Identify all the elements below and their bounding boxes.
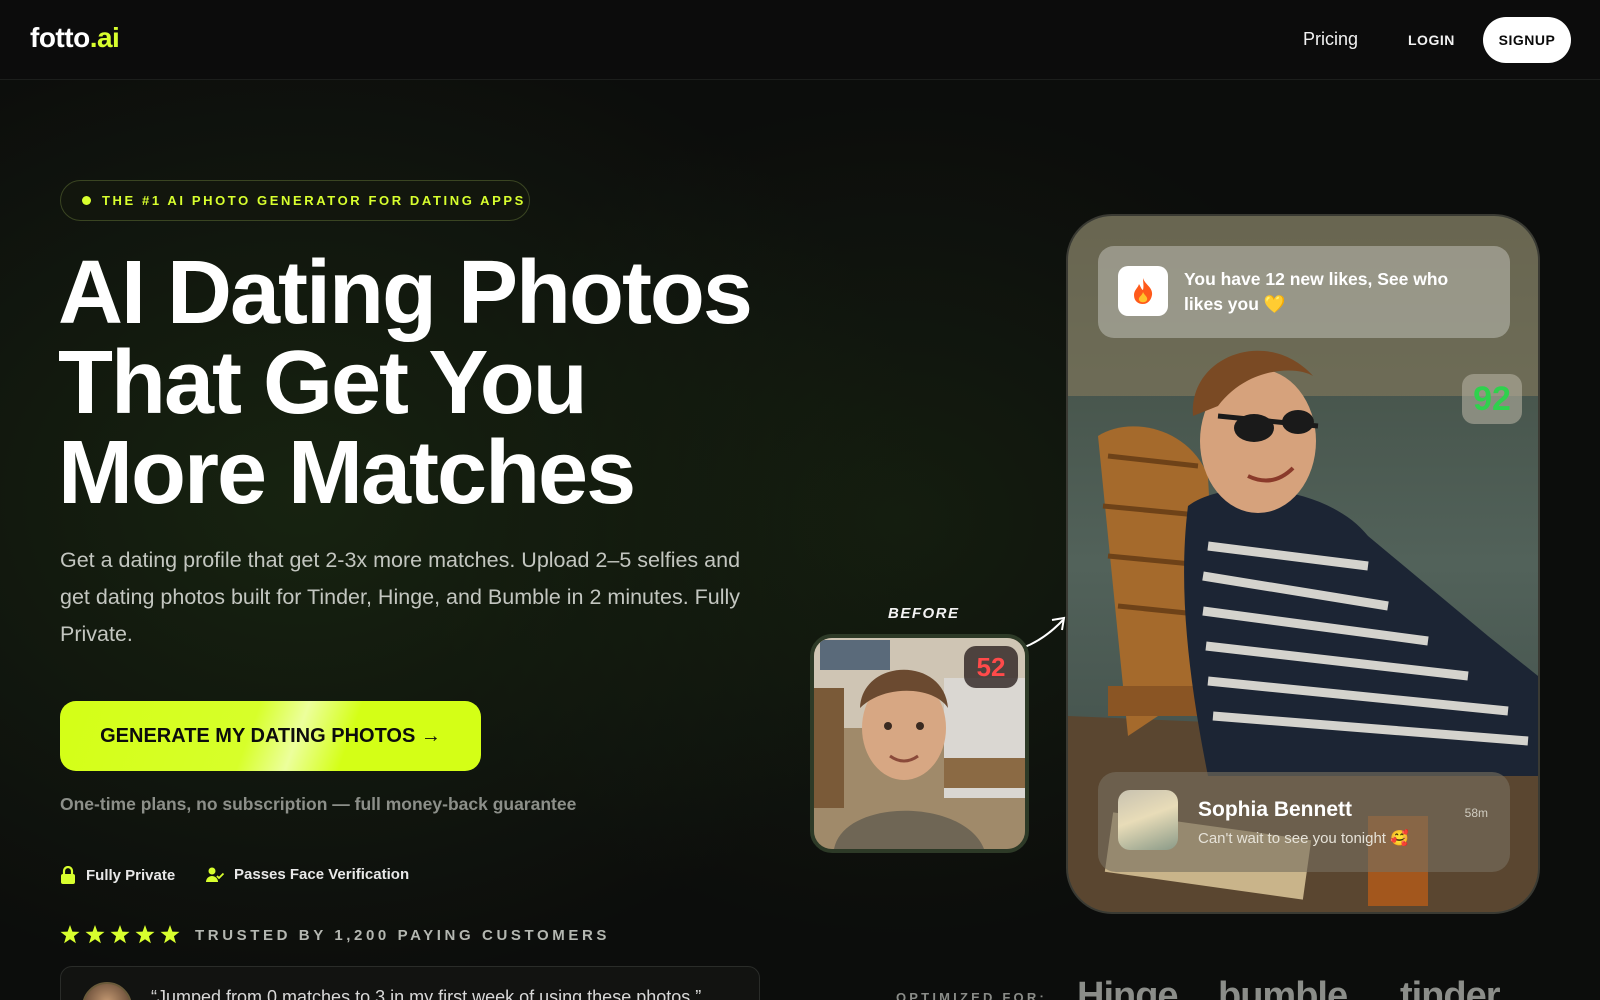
hero-headline: AI Dating Photos That Get You More Match… — [58, 248, 818, 518]
hero-badge: THE #1 AI PHOTO GENERATOR FOR DATING APP… — [60, 180, 530, 221]
after-photo-card: You have 12 new likes, See who likes you… — [1066, 214, 1540, 914]
before-photo: 52 — [810, 634, 1029, 853]
badge-text: THE #1 AI PHOTO GENERATOR FOR DATING APP… — [102, 193, 526, 208]
signup-button[interactable]: SIGNUP — [1483, 17, 1571, 63]
optimized-for-label: OPTIMIZED FOR: — [896, 990, 1047, 1000]
headline-line-3: More Matches — [58, 423, 636, 523]
star-icon — [160, 925, 180, 944]
nav-login-link[interactable]: LOGIN — [1408, 32, 1455, 48]
message-preview[interactable]: Sophia Bennett Can't wait to see you ton… — [1098, 772, 1510, 872]
match-name: Sophia Bennett — [1198, 798, 1353, 821]
tinder-logo: tinder — [1400, 975, 1501, 1000]
lock-icon — [61, 866, 75, 884]
trusted-text: TRUSTED BY 1,200 PAYING CUSTOMERS — [195, 927, 610, 944]
feature-label: Passes Face Verification — [234, 866, 410, 883]
testimonial-card: “Jumped from 0 matches to 3 in my first … — [60, 966, 760, 1000]
feature-face-verification: Passes Face Verification — [206, 866, 409, 883]
hero-subtext: Get a dating profile that get 2-3x more … — [60, 548, 741, 646]
headline-line-2: That Get You — [58, 333, 588, 433]
star-icon — [135, 925, 155, 944]
logo[interactable]: fotto.ai — [30, 22, 120, 54]
star-icon — [85, 925, 105, 944]
bumble-logo: bumble — [1218, 975, 1348, 1000]
message-time: 58m — [1464, 806, 1488, 820]
nav-pricing-link[interactable]: Pricing — [1303, 29, 1358, 50]
match-message: Can't wait to see you tonight 🥰 — [1198, 830, 1409, 847]
rating-stars — [60, 925, 185, 944]
feature-fully-private: Fully Private — [60, 866, 175, 884]
logo-main: fotto — [30, 22, 90, 53]
testimonial-quote: “Jumped from 0 matches to 3 in my first … — [151, 987, 702, 1000]
before-score-badge: 52 — [964, 646, 1018, 688]
notification-text: You have 12 new likes, See who likes you… — [1184, 269, 1449, 314]
generate-photos-button[interactable]: GENERATE MY DATING PHOTOS → — [60, 701, 481, 771]
top-nav: fotto.ai Pricing LOGIN SIGNUP — [0, 0, 1600, 80]
headline-line-1: AI Dating Photos — [58, 243, 753, 343]
testimonial-avatar — [82, 982, 132, 1000]
user-check-icon — [206, 867, 224, 882]
after-score-badge: 92 — [1462, 374, 1522, 424]
fire-icon — [1118, 266, 1168, 316]
landing-page: fotto.ai Pricing LOGIN SIGNUP THE #1 AI … — [0, 0, 1600, 1000]
logo-tld: .ai — [89, 22, 120, 53]
match-avatar — [1118, 790, 1178, 850]
before-label: BEFORE — [888, 605, 960, 622]
feature-label: Fully Private — [86, 866, 176, 884]
likes-notification[interactable]: You have 12 new likes, See who likes you… — [1098, 246, 1510, 338]
badge-dot-icon — [82, 196, 91, 205]
guarantee-text: One-time plans, no subscription — full m… — [60, 794, 577, 814]
star-icon — [60, 925, 80, 944]
star-icon — [110, 925, 130, 944]
hinge-logo: Hinge — [1077, 975, 1179, 1000]
